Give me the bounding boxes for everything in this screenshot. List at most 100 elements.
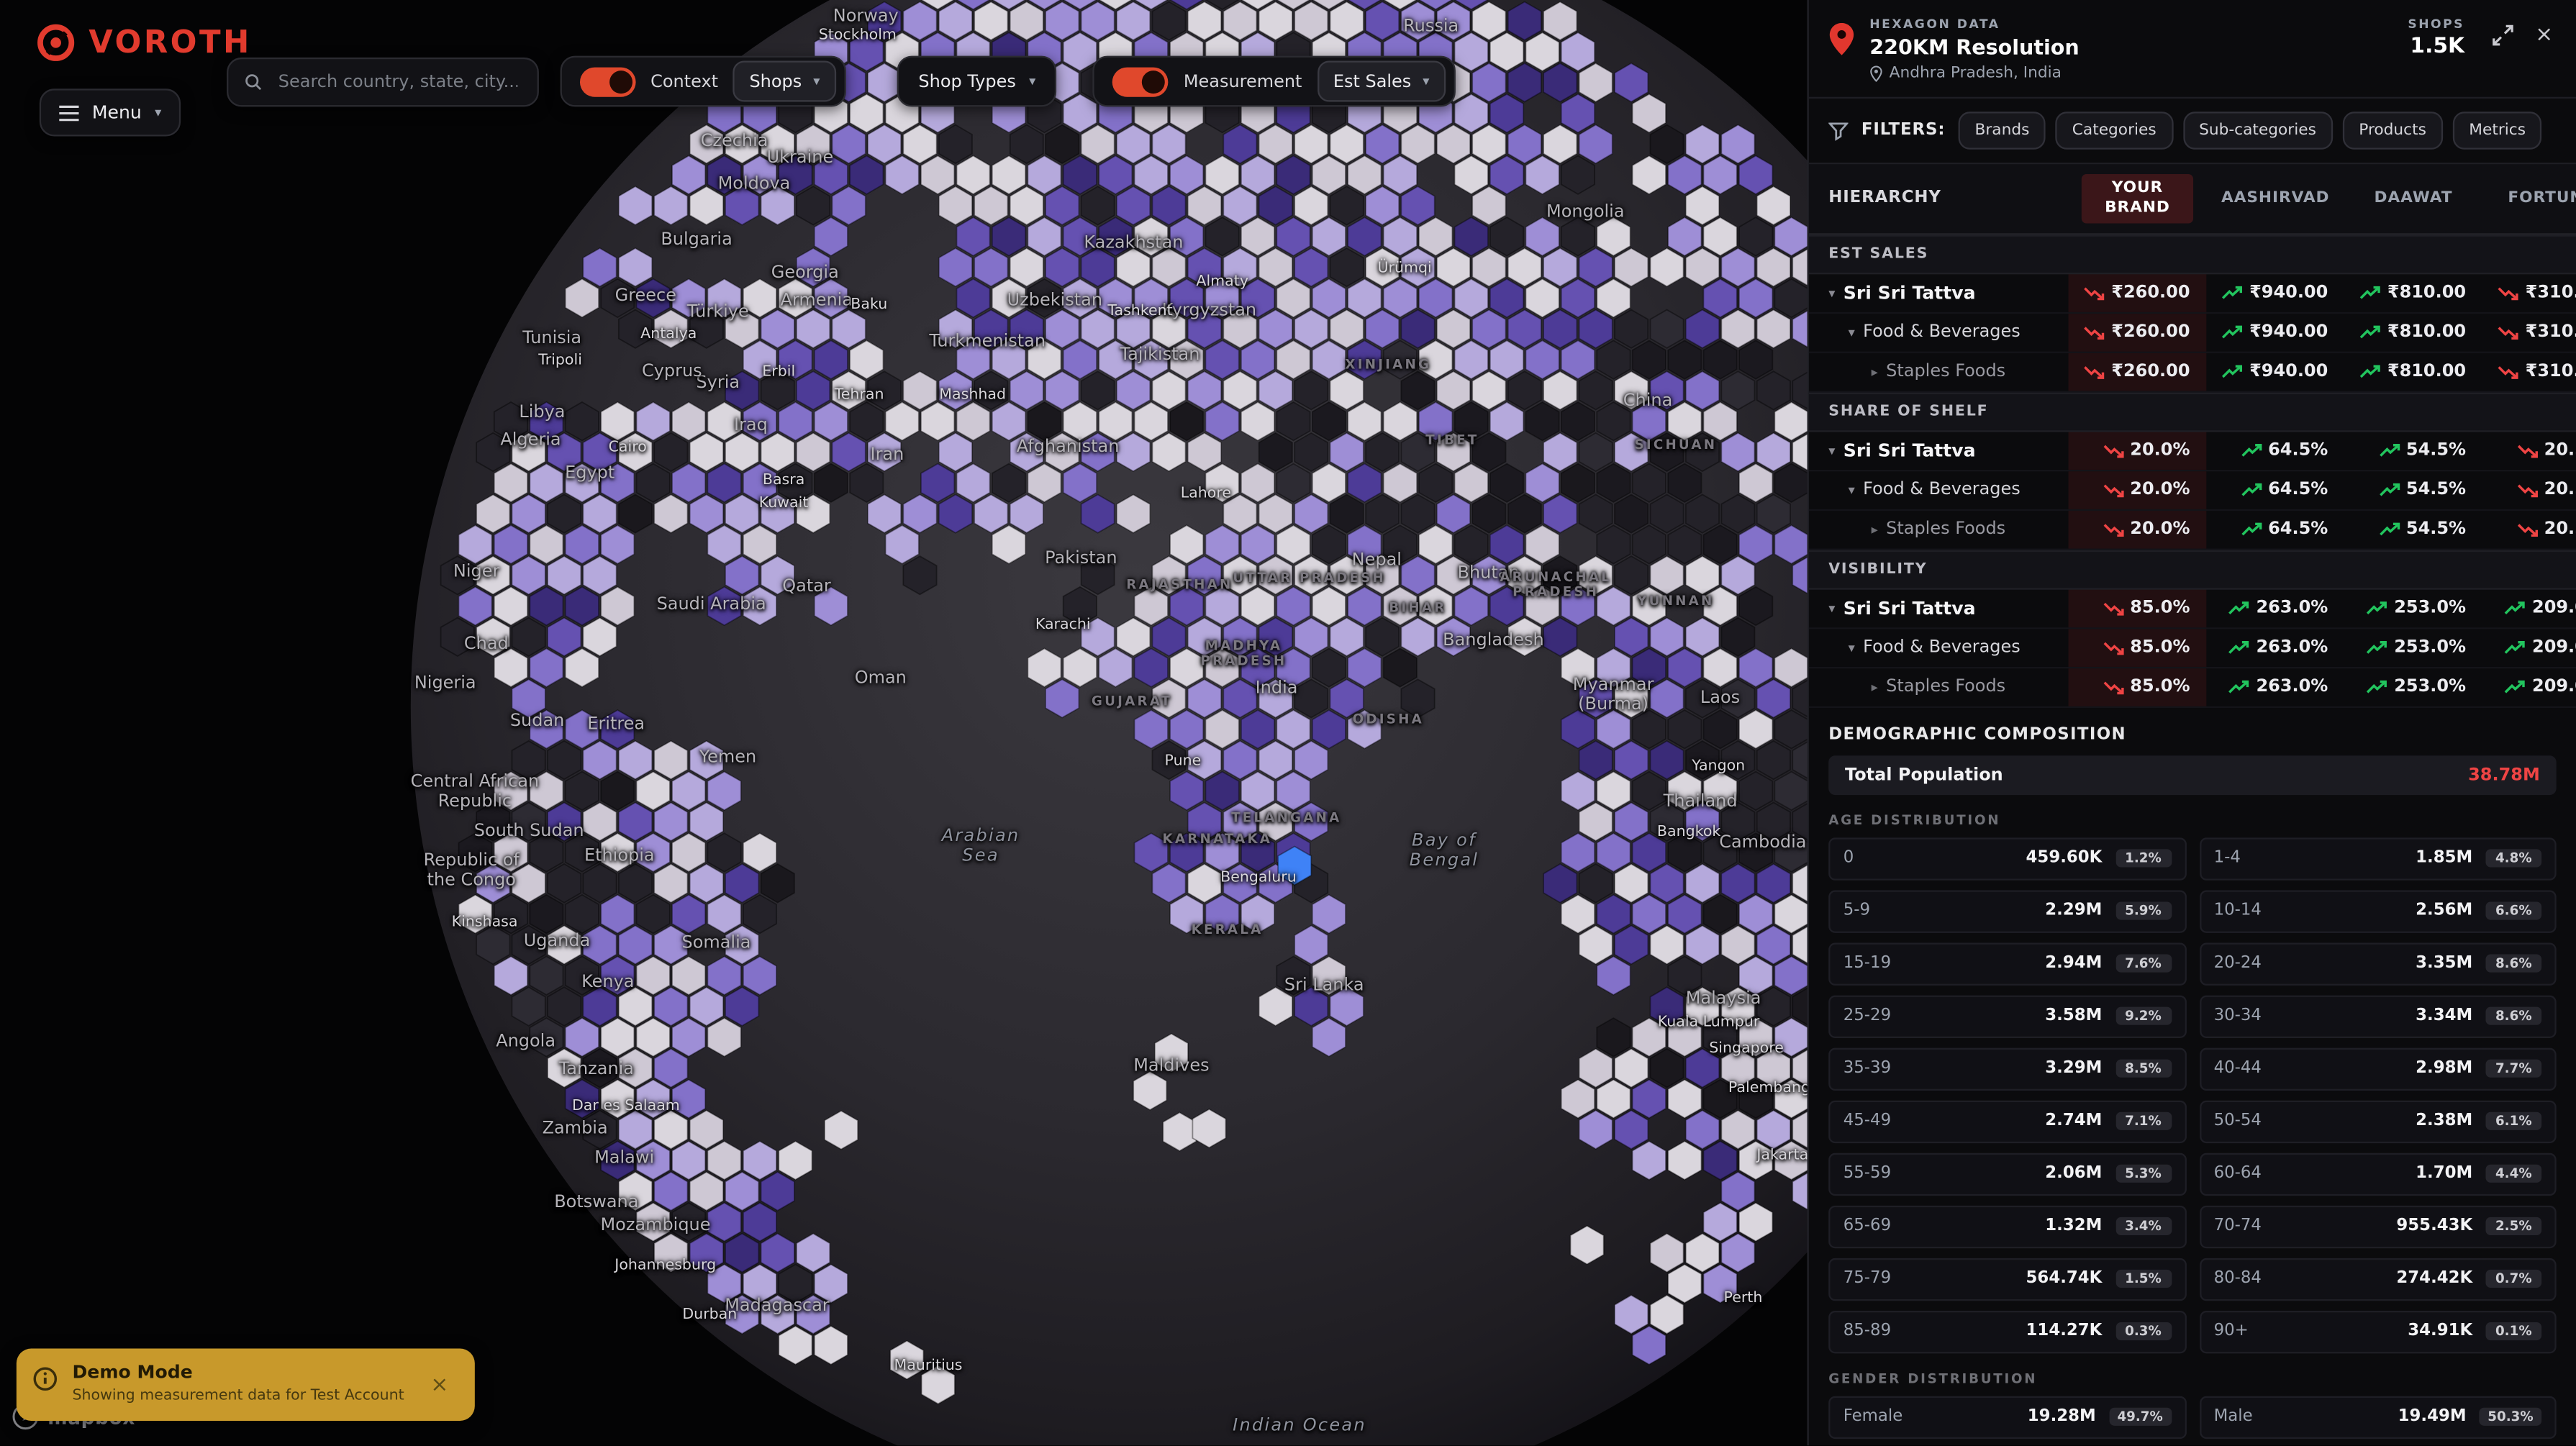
info-icon [33,1367,58,1391]
column-header-your-brand[interactable]: YOUR BRAND [2082,174,2193,223]
panel-header: HEXAGON DATA 220KM Resolution Andhra Pra… [1809,0,2576,99]
chevron-down-icon: ▾ [1849,483,1855,498]
trend-up-icon [2366,640,2387,655]
hierarchy-cell[interactable]: ▸Staples Foods [1809,353,2069,391]
trend-down-icon [2516,483,2538,498]
expand-button[interactable] [2489,22,2517,55]
trend-up-icon [2378,483,2400,498]
column-header-daawat[interactable]: DAAWAT [2344,188,2482,208]
age-row-label: 25-29 [1843,1007,1891,1025]
panel-title: 220KM Resolution [1869,35,2079,59]
metric-value: 85.0% [2069,668,2207,706]
menu-label: Menu [92,102,142,124]
trend-down-icon [2498,325,2519,340]
measurement-group: Measurement Est Sales ▾ [1093,56,1456,107]
context-select[interactable]: Shops ▾ [733,60,837,101]
hierarchy-cell[interactable]: ▾Sri Sri Tattva [1809,274,2069,312]
metric-value: 20.0% [2069,432,2207,470]
shops-stat: SHOPS 1.5K [2408,17,2474,59]
age-row-percent-badge: 8.6% [2485,955,2541,973]
chevron-down-icon: ▾ [1828,286,1835,301]
trend-up-icon [2221,364,2243,379]
filter-button-categories[interactable]: Categories [2056,112,2173,150]
age-row-label: 70-74 [2214,1217,2262,1235]
panel-header-text: HEXAGON DATA 220KM Resolution Andhra Pra… [1869,17,2079,82]
close-icon: × [430,1373,448,1397]
age-row: 5-92.29M5.9% [1828,890,2186,932]
filter-button-sub-categories[interactable]: Sub-categories [2182,112,2332,150]
trend-down-icon [2498,286,2519,301]
metric-value: 20.5% [2482,471,2576,509]
age-row-percent-badge: 7.6% [2115,955,2172,973]
total-population-row: Total Population 38.78M [1828,755,2556,795]
hierarchy-cell[interactable]: ▸Staples Foods [1809,511,2069,549]
gender-row-value: 19.28M [2028,1408,2096,1426]
metric-value: 54.5% [2344,471,2482,509]
shop-types-button[interactable]: Shop Types ▾ [897,56,1057,107]
hierarchy-cell[interactable]: ▾Sri Sri Tattva [1809,432,2069,470]
measurement-select-value: Est Sales [1333,71,1411,91]
metric-value: 64.5% [2206,432,2344,470]
search-box[interactable] [227,57,539,106]
menu-button[interactable]: Menu ▾ [40,88,181,136]
age-distribution-title: AGE DISTRIBUTION [1809,809,2576,837]
filter-button-metrics[interactable]: Metrics [2452,112,2541,150]
gender-row-label: Female [1843,1408,1903,1426]
hierarchy-name: Food & Beverages [1863,322,2021,342]
age-row-value: 2.98M [2416,1060,2472,1078]
filter-button-brands[interactable]: Brands [1959,112,2046,150]
metric-value: 20.5% [2482,511,2576,549]
age-row: 20-243.35M8.6% [2199,942,2557,985]
hierarchy-cell[interactable]: ▾Food & Beverages [1809,314,2069,352]
hierarchy-name: Sri Sri Tattva [1843,598,1976,619]
close-button[interactable]: × [2532,22,2557,50]
filter-button-products[interactable]: Products [2342,112,2442,150]
metric-value: 54.5% [2344,432,2482,470]
trend-down-icon [2516,522,2538,537]
toast-close-button[interactable]: × [421,1370,458,1399]
age-row-value: 2.56M [2416,902,2472,920]
column-header-aashirvad[interactable]: AASHIRVAD [2206,188,2344,208]
metric-row: ▸Staples Foods85.0%263.0%253.0%209.0% [1809,668,2576,708]
metric-value: 253.0% [2344,629,2482,667]
trend-down-icon [2102,522,2123,537]
metric-value: 253.0% [2344,668,2482,706]
trend-up-icon [2378,522,2400,537]
hierarchy-cell[interactable]: ▾Sri Sri Tattva [1809,589,2069,627]
hierarchy-cell[interactable]: ▾Food & Beverages [1809,471,2069,509]
trend-up-icon [2228,601,2250,616]
column-header-fortune[interactable]: FORTUNE [2482,188,2576,208]
age-row-percent-badge: 8.6% [2485,1007,2541,1025]
measurement-toggle[interactable] [1113,66,1169,96]
context-select-value: Shops [749,71,802,91]
context-toggle[interactable] [580,66,636,96]
age-row-percent-badge: 5.3% [2115,1165,2172,1183]
trend-down-icon [2102,640,2123,655]
shop-types-label: Shop Types [918,71,1015,91]
filter-buttons: Brands CategoriesSub-categories Products Me… [1959,112,2542,150]
age-row-percent-badge: 2.5% [2485,1217,2541,1235]
toast-message: Showing measurement data for Test Accoun… [72,1388,404,1404]
measurement-select[interactable]: Est Sales ▾ [1317,60,1446,101]
search-input[interactable] [275,70,521,93]
age-row-label: 20-24 [2214,955,2262,973]
hierarchy-cell[interactable]: ▸Staples Foods [1809,668,2069,706]
context-label: Context [650,71,718,91]
trend-up-icon [2366,680,2387,695]
gender-distribution-grid: Female19.28M49.7%Male19.49M50.3% [1809,1396,2576,1438]
age-row-value: 2.94M [2045,955,2102,973]
age-row-value: 1.70M [2416,1165,2472,1183]
total-population-value: 38.78M [2468,765,2540,784]
gender-row-percent-badge: 50.3% [2480,1408,2541,1426]
age-row-value: 1.32M [2045,1217,2102,1235]
age-row-value: 2.38M [2416,1112,2472,1130]
trend-up-icon [2378,443,2400,458]
hierarchy-cell[interactable]: ▾Food & Beverages [1809,629,2069,667]
metric-value: ₹260.00 [2069,353,2207,391]
trend-down-icon [2102,680,2123,695]
age-row-label: 1-4 [2214,850,2241,868]
trend-up-icon [2366,601,2387,616]
section-header-est-sales: EST SALES [1809,235,2576,274]
age-row-label: 75-79 [1843,1270,1891,1288]
age-row-label: 65-69 [1843,1217,1891,1235]
